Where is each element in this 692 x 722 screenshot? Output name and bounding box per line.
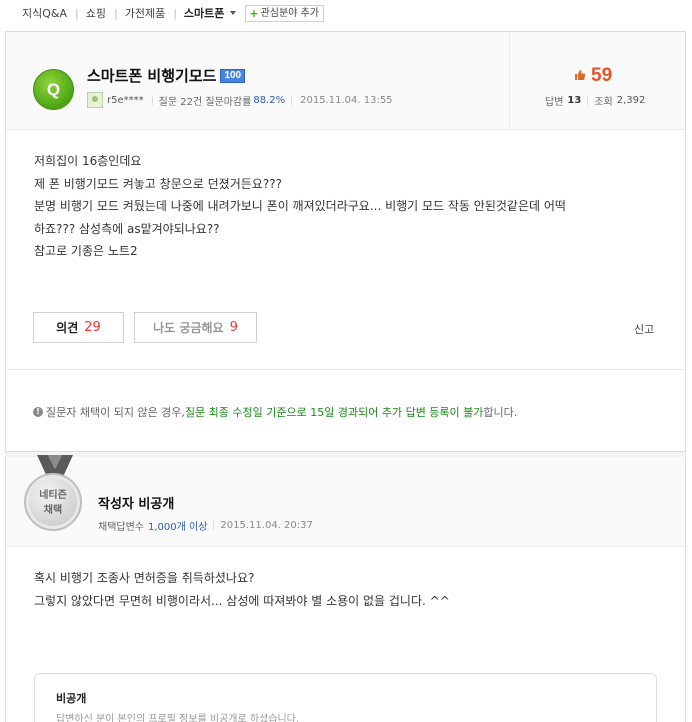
me-too-curious-button[interactable]: 나도 궁금해요 9 [134, 312, 257, 343]
answer-closed-notice: ! 질문자 채택이 되지 않은 경우, 질문 최종 수정일 기준으로 15일 경… [6, 369, 685, 451]
question-panel: Q 스마트폰 비행기모드 100 r5e**** 질문 22건 질문마감률 88… [5, 31, 686, 451]
adopted-count: 1,000개 이상 [148, 522, 208, 533]
views-count: 2,392 [616, 95, 646, 106]
question-title: 스마트폰 비행기모드 100 [87, 65, 246, 86]
answer-meta: 채택답변수 1,000개 이상 2015.11.04. 20:37 [98, 518, 313, 533]
divider [587, 96, 589, 105]
plus-icon: + [249, 6, 259, 20]
adopted-count-label: 채택답변수 [98, 522, 144, 533]
add-interest-button[interactable]: + 관심분야 추가 [245, 4, 324, 22]
question-meta: r5e**** 질문 22건 질문마감률 88.2% 2015.11.04. 1… [87, 92, 393, 108]
answer-body-line: 그렇지 않았다면 무면허 비행이라서... 삼성에 따져봐야 별 소용이 없을 … [34, 593, 450, 608]
answer-body-line: 혹시 비행기 조종사 면허증을 취득하셨나요? [34, 571, 255, 585]
medal-line: 네티즌 [39, 490, 67, 501]
divider [213, 521, 215, 530]
breadcrumb-separator: | [173, 6, 177, 20]
question-body-line: 분명 비행기 모드 켜뒀는데 나중에 내려가보니 폰이 깨져있더라구요... 비… [34, 199, 566, 213]
question-body-line: 하죠??? 삼성측에 as맡겨야되나요?? [34, 221, 220, 236]
curious-count: 9 [229, 320, 238, 335]
question-stats-panel: 59 답변 13 조회 2,392 [509, 32, 685, 130]
views-label: 조회 [594, 97, 613, 108]
netizen-choice-medal-icon: 네티즌 채택 [24, 473, 82, 531]
divider [151, 95, 153, 105]
breadcrumb: 지식Q&A | 쇼핑 | 가전제품 | 스마트폰 + 관심분야 추가 [22, 4, 324, 22]
notice-text: ! 질문자 채택이 되지 않은 경우, 질문 최종 수정일 기준으로 15일 경… [33, 404, 517, 420]
thumbs-up-icon [574, 69, 586, 84]
answer-body: 혹시 비행기 조종사 면허증을 취득하셨나요? 그렇지 않았다면 무면허 비행이… [34, 567, 664, 612]
answers-count: 13 [567, 95, 582, 106]
breadcrumb-separator: | [75, 6, 79, 20]
answer-header: 네티즌 채택 작성자 비공개 채택답변수 1,000개 이상 2015.11.0… [6, 455, 685, 547]
private-profile-desc: 답변하신 분이 본인의 프로필 정보를 비공개로 하셨습니다. [56, 714, 300, 722]
question-body-line: 저희집이 16층인데요 [34, 154, 142, 168]
question-body-line: 제 폰 비행기모드 켜놓고 창문으로 던졌거든요??? [34, 176, 282, 191]
answers-label: 답변 [545, 97, 564, 108]
info-icon: ! [33, 407, 43, 417]
medal-line: 채택 [43, 505, 63, 516]
question-counts: 답변 13 조회 2,392 [545, 93, 645, 108]
author-stats-label: 질문 22건 질문마감률 [158, 96, 252, 108]
breadcrumb-current-category[interactable]: 스마트폰 [184, 5, 224, 21]
breadcrumb-item-appliances[interactable]: 가전제품 [125, 5, 165, 21]
question-badge-icon: Q [33, 69, 74, 110]
notice-prefix: 질문자 채택이 되지 않은 경우, [46, 406, 185, 419]
opinion-count: 29 [84, 320, 101, 335]
recommend-button[interactable]: 59 [574, 65, 612, 87]
avatar[interactable] [87, 92, 103, 108]
curious-label: 나도 궁금해요 [153, 321, 224, 335]
breadcrumb-item-qna[interactable]: 지식Q&A [22, 5, 67, 21]
divider [291, 95, 293, 105]
answer-date: 2015.11.04. 20:37 [220, 520, 313, 531]
add-interest-label: 관심분야 추가 [260, 7, 319, 19]
chevron-down-icon[interactable] [230, 11, 237, 15]
points-badge: 100 [220, 68, 246, 83]
answer-author: 작성자 비공개 [98, 497, 175, 512]
notice-suffix: 합니다. [483, 406, 518, 419]
opinion-label: 의견 [56, 321, 79, 335]
breadcrumb-separator: | [113, 6, 118, 20]
question-date: 2015.11.04. 13:55 [300, 94, 393, 106]
opinion-button[interactable]: 의견 29 [33, 312, 124, 343]
question-body-line: 참고로 기종은 노트2 [34, 244, 138, 258]
question-body: 저희집이 16층인데요 제 폰 비행기모드 켜놓고 창문으로 던졌거든요??? … [34, 150, 664, 263]
private-profile-box: 비공개 답변하신 분이 본인의 프로필 정보를 비공개로 하셨습니다. [34, 673, 657, 722]
breadcrumb-item-shopping[interactable]: 쇼핑 [86, 5, 106, 21]
question-header: Q 스마트폰 비행기모드 100 r5e**** 질문 22건 질문마감률 88… [6, 32, 685, 130]
answer-panel: 네티즌 채택 작성자 비공개 채택답변수 1,000개 이상 2015.11.0… [5, 455, 686, 722]
notice-highlight: 질문 최종 수정일 기준으로 15일 경과되어 추가 답변 등록이 불가 [184, 406, 484, 419]
recommend-count: 59 [591, 65, 613, 86]
report-link[interactable]: 신고 [634, 321, 654, 337]
close-rate: 88.2% [253, 94, 286, 106]
author-name[interactable]: r5e**** [107, 95, 144, 106]
question-title-text: 스마트폰 비행기모드 [87, 67, 217, 85]
private-profile-title: 비공개 [56, 692, 87, 705]
